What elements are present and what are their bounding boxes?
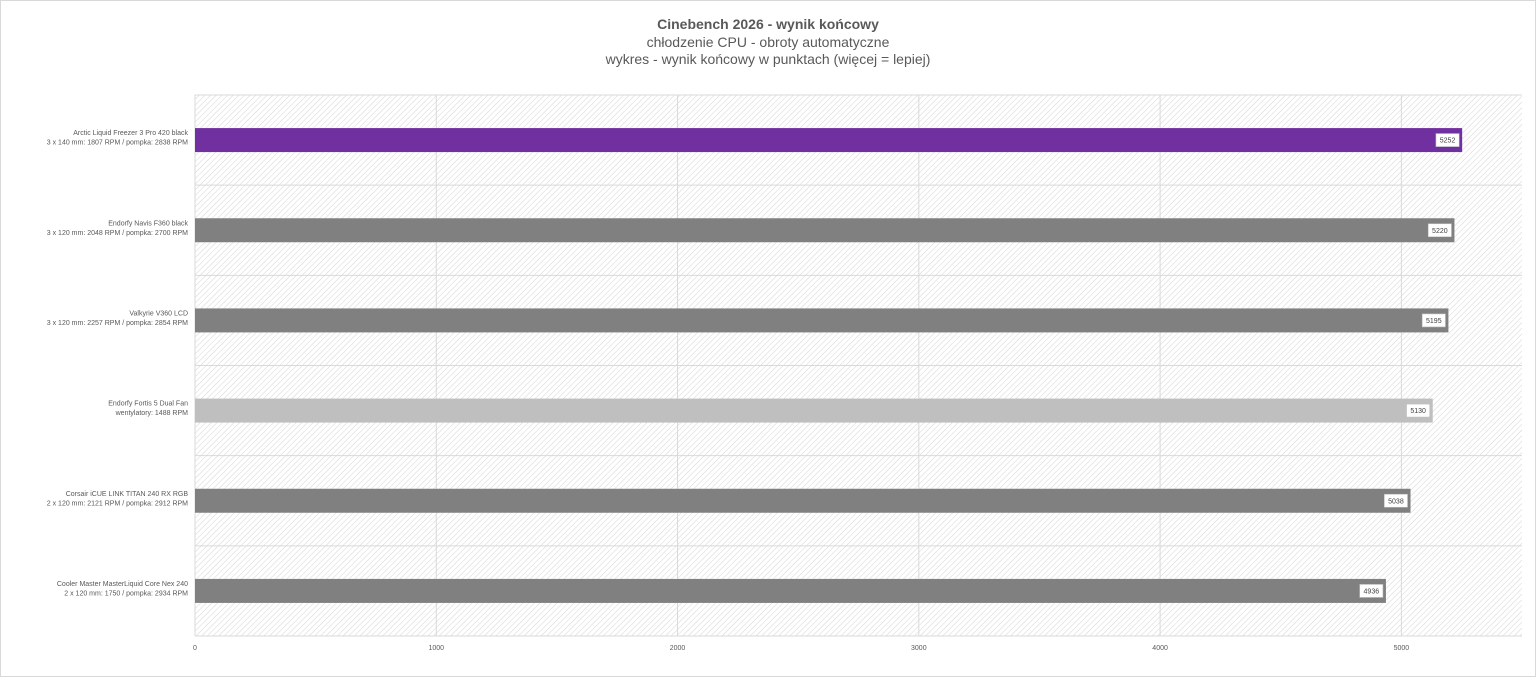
data-label: 5220 bbox=[1432, 228, 1448, 235]
category-label: wentylatory: 1488 RPM bbox=[115, 410, 189, 417]
category-label: Corsair iCUE LINK TITAN 240 RX RGB bbox=[66, 491, 189, 498]
bar bbox=[195, 488, 1411, 513]
category-label: 3 x 120 mm: 2257 RPM / pompka: 2854 RPM bbox=[47, 320, 188, 327]
category-label: Valkyrie V360 LCD bbox=[129, 310, 188, 317]
data-label: 4936 bbox=[1364, 588, 1380, 595]
bar bbox=[195, 308, 1449, 333]
x-axis-ticks: 0 1000 2000 3000 4000 5000 bbox=[193, 645, 1409, 652]
category-label: 3 x 120 mm: 2048 RPM / pompka: 2700 RPM bbox=[47, 230, 188, 237]
category-label: Endorfy Navis F360 black bbox=[108, 220, 188, 227]
bar bbox=[195, 578, 1386, 603]
category-label: Cooler Master MasterLiquid Core Nex 240 bbox=[57, 581, 188, 588]
x-tick-label: 5000 bbox=[1394, 645, 1410, 652]
bar-chart: 5252 5220 5195 5130 5038 4936 Arctic Liquid F… bbox=[47, 94, 1522, 652]
bar bbox=[195, 218, 1455, 243]
category-label: 2 x 120 mm: 2121 RPM / pompka: 2912 RPM bbox=[47, 500, 188, 507]
bar bbox=[195, 128, 1463, 153]
category-label: 3 x 140 mm: 1807 RPM / pompka: 2838 RPM bbox=[47, 140, 188, 147]
category-labels: Arctic Liquid Freezer 3 Pro 420 black 3 x… bbox=[47, 130, 189, 597]
x-tick-label: 2000 bbox=[670, 645, 686, 652]
x-tick-label: 1000 bbox=[428, 645, 444, 652]
data-label: 5195 bbox=[1426, 318, 1442, 325]
bar bbox=[195, 398, 1433, 423]
data-label: 5130 bbox=[1410, 408, 1426, 415]
category-label: Endorfy Fortis 5 Dual Fan bbox=[108, 401, 188, 408]
x-tick-label: 3000 bbox=[911, 645, 927, 652]
x-tick-label: 0 bbox=[193, 645, 197, 652]
x-tick-label: 4000 bbox=[1152, 645, 1168, 652]
data-label: 5038 bbox=[1388, 498, 1404, 505]
data-label: 5252 bbox=[1440, 138, 1456, 145]
category-label: Arctic Liquid Freezer 3 Pro 420 black bbox=[73, 130, 188, 137]
category-label: 2 x 120 mm: 1750 / pompka: 2934 RPM bbox=[64, 590, 188, 597]
